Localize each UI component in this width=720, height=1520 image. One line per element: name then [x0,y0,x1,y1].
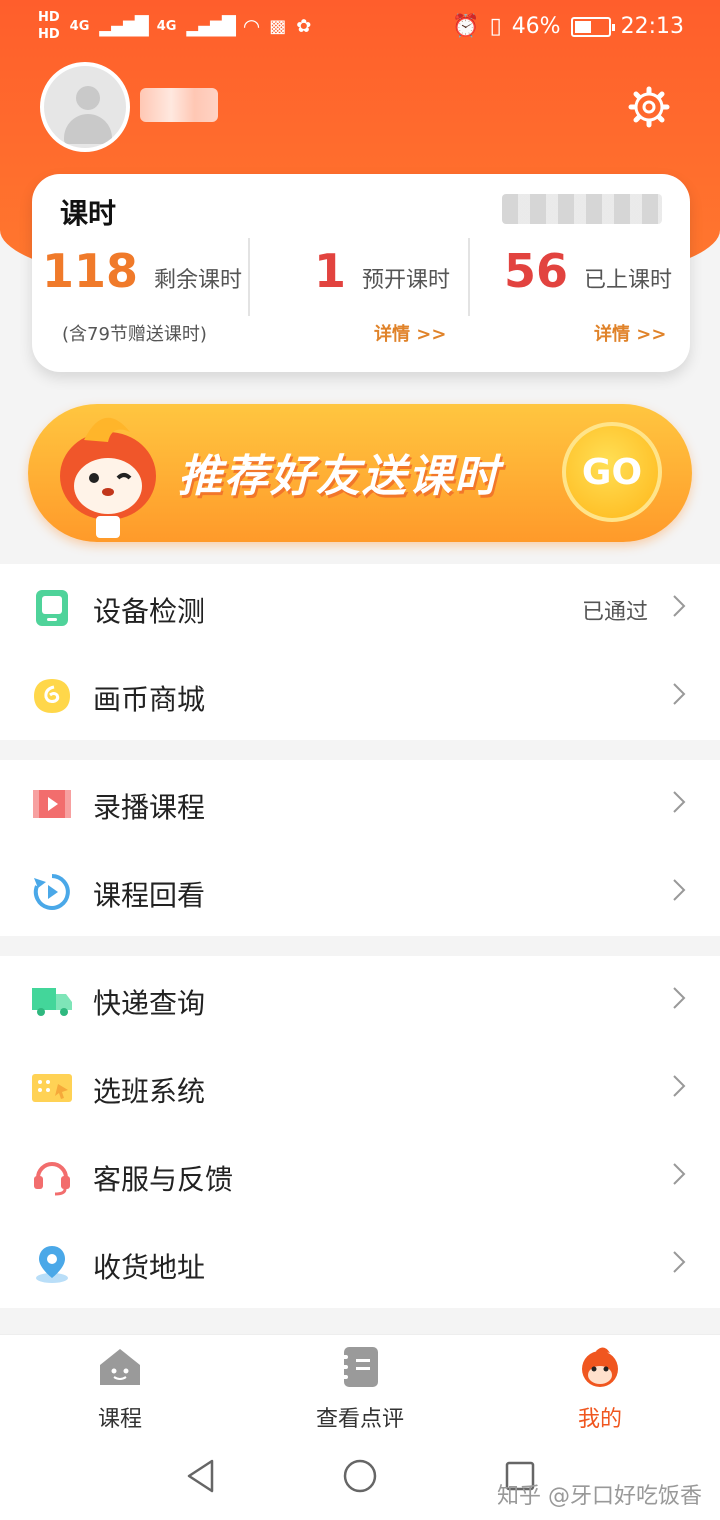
chevron-right-icon [673,987,686,1009]
bottom-tab-bar: 课程 查看点评 我的 [0,1334,720,1440]
tab-label: 查看点评 [315,1407,404,1432]
lesson-hours-card: 课时 118 剩余课时 1 预开课时 56 已上课时 (含79节赠送课时) 详情… [32,174,690,372]
menu-group-services: 快递查询 选班系统 客服与反馈 收货地址 [0,956,720,1308]
go-button[interactable]: GO [562,422,662,522]
location-icon [36,1246,68,1283]
battery-percent: 46% [511,14,561,39]
stat-remaining: 118 剩余课时 [42,244,242,298]
menu-item-class-selection[interactable]: 选班系统 [0,1044,720,1132]
carrier-badge: HD [38,27,60,42]
device-icon [36,590,68,626]
signal-icon: ▂▄▆█ [186,15,235,37]
truck-icon [32,988,72,1016]
status-left: HD HD 4G ▂▄▆█ 4G ▂▄▆█ ◠ ▩ ✿ [38,10,311,42]
referral-banner[interactable]: 推荐好友送课时 GO [28,404,692,542]
tab-label: 课程 [97,1407,142,1432]
battery-fill [574,20,592,33]
avatar-body [64,114,112,144]
vibrate-icon: ▯ [489,14,502,39]
device-check-status: 已通过 [581,600,648,625]
menu-label: 课程回看 [93,879,206,912]
menu-label: 画币商城 [93,683,206,716]
home-nav-icon[interactable] [342,1458,378,1494]
menu-label: 收货地址 [93,1251,206,1284]
network-label: 4G [69,18,90,34]
menu-item-express-tracking[interactable]: 快递查询 [0,956,720,1044]
headset-icon [34,1162,70,1196]
ticket-icon [32,1074,72,1102]
wifi-icon: ◠ [243,14,260,38]
chevron-right-icon [673,1075,686,1097]
avatar[interactable] [40,62,130,152]
signal-icon: ▂▄▆█ [99,15,148,37]
stat-value: 1 [314,244,347,298]
chevron-right-icon [673,791,686,813]
divider [248,238,250,316]
notebook-icon [340,1347,378,1387]
avatar-head [76,86,100,110]
mascot-icon [60,417,156,538]
app-notification-icon: ✿ [296,15,312,37]
menu-label: 设备检测 [93,595,206,628]
watermark: 知乎 @牙口好吃饭香 [497,1484,702,1509]
username-redacted[interactable] [140,88,218,122]
menu-label: 快递查询 [93,987,206,1020]
stat-value: 118 [42,244,139,298]
chevron-right-icon [673,1163,686,1185]
mascot-icon [582,1347,618,1387]
pre-open-detail-link[interactable]: 详情 >> [374,320,446,346]
menu-label: 选班系统 [93,1075,206,1108]
chevron-right-icon [673,595,686,617]
replay-icon [33,874,70,910]
stat-label: 已上课时 [584,268,673,293]
stat-pre-open: 1 预开课时 [314,244,450,298]
card-title: 课时 [60,197,117,230]
redacted-info [502,194,662,224]
activity-icon: ▩ [269,15,287,37]
gear-icon[interactable] [628,86,670,128]
clock: 22:13 [620,14,684,39]
back-nav-icon[interactable] [184,1458,218,1494]
gift-note: (含79节赠送课时) [62,324,207,345]
carrier-badges: HD HD [38,10,60,42]
house-icon [100,1349,140,1385]
chevron-right-icon [673,879,686,901]
attended-detail-link[interactable]: 详情 >> [594,320,666,346]
menu-item-shipping-address[interactable]: 收货地址 [0,1220,720,1308]
status-right: ⏰ ▯ 46% 22:13 [452,14,684,39]
menu-item-device-check[interactable]: 设备检测 已通过 [0,564,720,652]
status-bar: HD HD 4G ▂▄▆█ 4G ▂▄▆█ ◠ ▩ ✿ ⏰ ▯ 46% 22:1… [0,0,720,60]
tab-courses[interactable]: 课程 [40,1343,200,1433]
tab-mine[interactable]: 我的 [520,1343,680,1433]
chevron-right-icon [673,1251,686,1273]
banner-text: 推荐好友送课时 [178,451,500,502]
divider [468,238,470,316]
battery-icon [570,16,615,37]
menu-group-device: 设备检测 已通过 画币商城 [0,564,720,740]
menu-label: 客服与反馈 [93,1163,234,1196]
chevron-right-icon [673,683,686,705]
menu-item-recorded-courses[interactable]: 录播课程 [0,760,720,848]
network-label: 4G [156,18,177,34]
stat-attended: 56 已上课时 [504,244,672,298]
tab-label: 我的 [577,1407,622,1432]
stat-label: 预开课时 [362,268,451,293]
menu-item-coin-mall[interactable]: 画币商城 [0,652,720,740]
coin-icon [34,679,70,713]
alarm-icon: ⏰ [452,14,480,39]
menu-item-course-replay[interactable]: 课程回看 [0,848,720,936]
tab-reviews[interactable]: 查看点评 [280,1343,440,1433]
menu-item-customer-service[interactable]: 客服与反馈 [0,1132,720,1220]
stat-label: 剩余课时 [154,268,243,293]
menu-group-courses: 录播课程 课程回看 [0,760,720,936]
menu-label: 录播课程 [93,791,206,824]
carrier-badge: HD [38,10,60,25]
video-icon [33,790,71,818]
stat-value: 56 [504,244,569,298]
